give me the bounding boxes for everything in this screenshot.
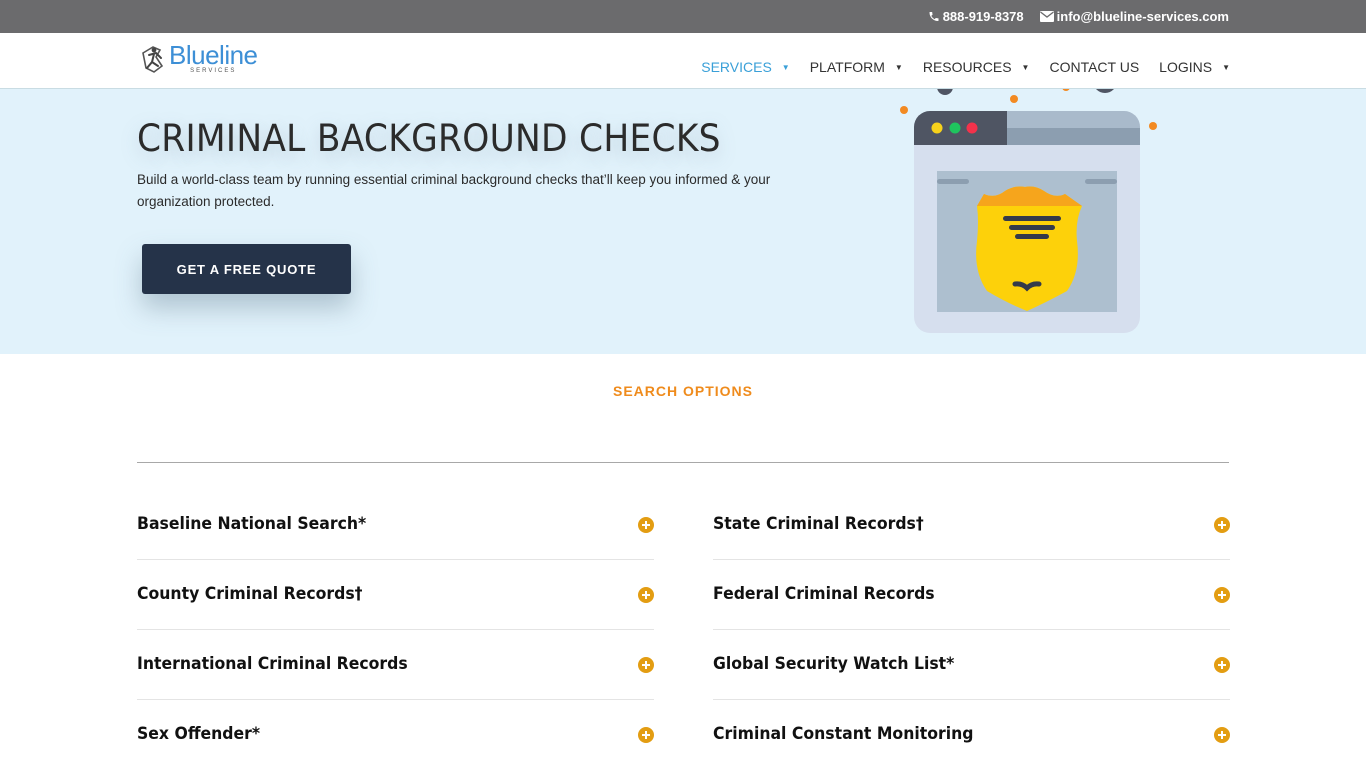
- plus-circle-icon[interactable]: [1214, 587, 1230, 603]
- accordion-title: Baseline National Search*: [137, 514, 367, 533]
- page-title: CRIMINAL BACKGROUND CHECKS: [137, 117, 721, 160]
- site-header: Blueline SERVICES SERVICES ▼ PLATFORM ▼ …: [0, 33, 1366, 89]
- email-address: info@blueline-services.com: [1056, 9, 1229, 24]
- accordion-title: Global Security Watch List*: [713, 654, 955, 673]
- plus-circle-icon[interactable]: [638, 727, 654, 743]
- phone-link[interactable]: 888-919-8378: [928, 9, 1024, 24]
- phone-number: 888-919-8378: [942, 9, 1024, 24]
- accordion-item-criminal-constant-monitoring[interactable]: Criminal Constant Monitoring: [713, 700, 1230, 768]
- nav-item-platform[interactable]: PLATFORM ▼: [810, 59, 903, 75]
- accordion-title: Federal Criminal Records: [713, 584, 935, 603]
- email-link[interactable]: info@blueline-services.com: [1039, 9, 1229, 24]
- nav-item-contact-us[interactable]: CONTACT US: [1049, 59, 1139, 75]
- logo-wordmark: Blueline SERVICES: [169, 42, 258, 75]
- accordion-title: Sex Offender*: [137, 724, 261, 743]
- nav-label: LOGINS: [1159, 59, 1213, 75]
- plus-circle-icon[interactable]: [1214, 727, 1230, 743]
- accordion-title: Criminal Constant Monitoring: [713, 724, 974, 743]
- nav-item-services[interactable]: SERVICES ▼: [701, 59, 789, 75]
- plus-circle-icon[interactable]: [1214, 517, 1230, 533]
- plus-circle-icon[interactable]: [638, 587, 654, 603]
- accordion-item-county-criminal-records[interactable]: County Criminal Records†: [137, 560, 654, 630]
- decor-dot: [937, 89, 953, 95]
- nav-label: PLATFORM: [809, 59, 885, 75]
- search-options-right-column: State Criminal Records† Federal Criminal…: [713, 490, 1230, 768]
- contact-info: 888-919-8378 info@blueline-services.com: [928, 0, 1229, 33]
- nav-item-logins[interactable]: LOGINS ▼: [1159, 59, 1230, 75]
- nav-item-resources[interactable]: RESOURCES ▼: [923, 59, 1030, 75]
- search-options-heading: SEARCH OPTIONS: [612, 383, 753, 399]
- decor-dot: [1062, 89, 1070, 91]
- accordion-item-baseline-national-search[interactable]: Baseline National Search*: [137, 490, 654, 560]
- accordion-title: International Criminal Records: [137, 654, 408, 673]
- runner-logo-icon: [140, 44, 168, 74]
- nav-label: SERVICES: [701, 59, 772, 75]
- main-nav: SERVICES ▼ PLATFORM ▼ RESOURCES ▼ CONTAC…: [701, 59, 1230, 75]
- decor-dot: [1096, 89, 1114, 93]
- hero-description: Build a world-class team by running esse…: [137, 172, 771, 209]
- accordion-title: County Criminal Records†: [137, 584, 363, 603]
- window-dot-green: [949, 122, 961, 134]
- section-divider: [137, 462, 1229, 463]
- top-contact-bar: 888-919-8378 info@blueline-services.com: [0, 0, 1366, 33]
- chevron-down-icon: ▼: [1021, 62, 1030, 72]
- chevron-down-icon: ▼: [894, 62, 903, 72]
- decor-dot: [1149, 122, 1157, 130]
- decor-dot: [900, 106, 908, 114]
- accordion-item-state-criminal-records[interactable]: State Criminal Records†: [713, 490, 1230, 560]
- envelope-icon: [1039, 11, 1054, 22]
- accordion-title: State Criminal Records†: [713, 514, 924, 533]
- hero-section: CRIMINAL BACKGROUND CHECKS Build a world…: [0, 89, 1366, 354]
- decor-dot: [1010, 95, 1018, 103]
- accordion-item-sex-offender[interactable]: Sex Offender*: [137, 700, 654, 768]
- accordion-item-federal-criminal-records[interactable]: Federal Criminal Records: [713, 560, 1230, 630]
- get-free-quote-button[interactable]: GET A FREE QUOTE: [142, 244, 351, 294]
- phone-icon: [928, 10, 940, 23]
- plus-circle-icon[interactable]: [638, 657, 654, 673]
- window-dot-red: [966, 122, 978, 134]
- plus-circle-icon[interactable]: [638, 517, 654, 533]
- logo[interactable]: Blueline SERVICES: [140, 42, 258, 78]
- nav-label: CONTACT US: [1049, 59, 1140, 75]
- search-options-left-column: Baseline National Search* County Crimina…: [137, 490, 654, 768]
- plus-circle-icon[interactable]: [1214, 657, 1230, 673]
- nav-label: RESOURCES: [922, 59, 1012, 75]
- accordion-item-international-criminal-records[interactable]: International Criminal Records: [137, 630, 654, 700]
- accordion-item-global-security-watch-list[interactable]: Global Security Watch List*: [713, 630, 1230, 700]
- chevron-down-icon: ▼: [781, 62, 790, 72]
- logo-name: Blueline: [169, 40, 258, 70]
- chevron-down-icon: ▼: [1222, 62, 1230, 72]
- logo-subtitle: SERVICES: [190, 68, 237, 74]
- browser-window-police-badge-illustration: [895, 89, 1165, 346]
- window-dot-yellow: [931, 122, 943, 134]
